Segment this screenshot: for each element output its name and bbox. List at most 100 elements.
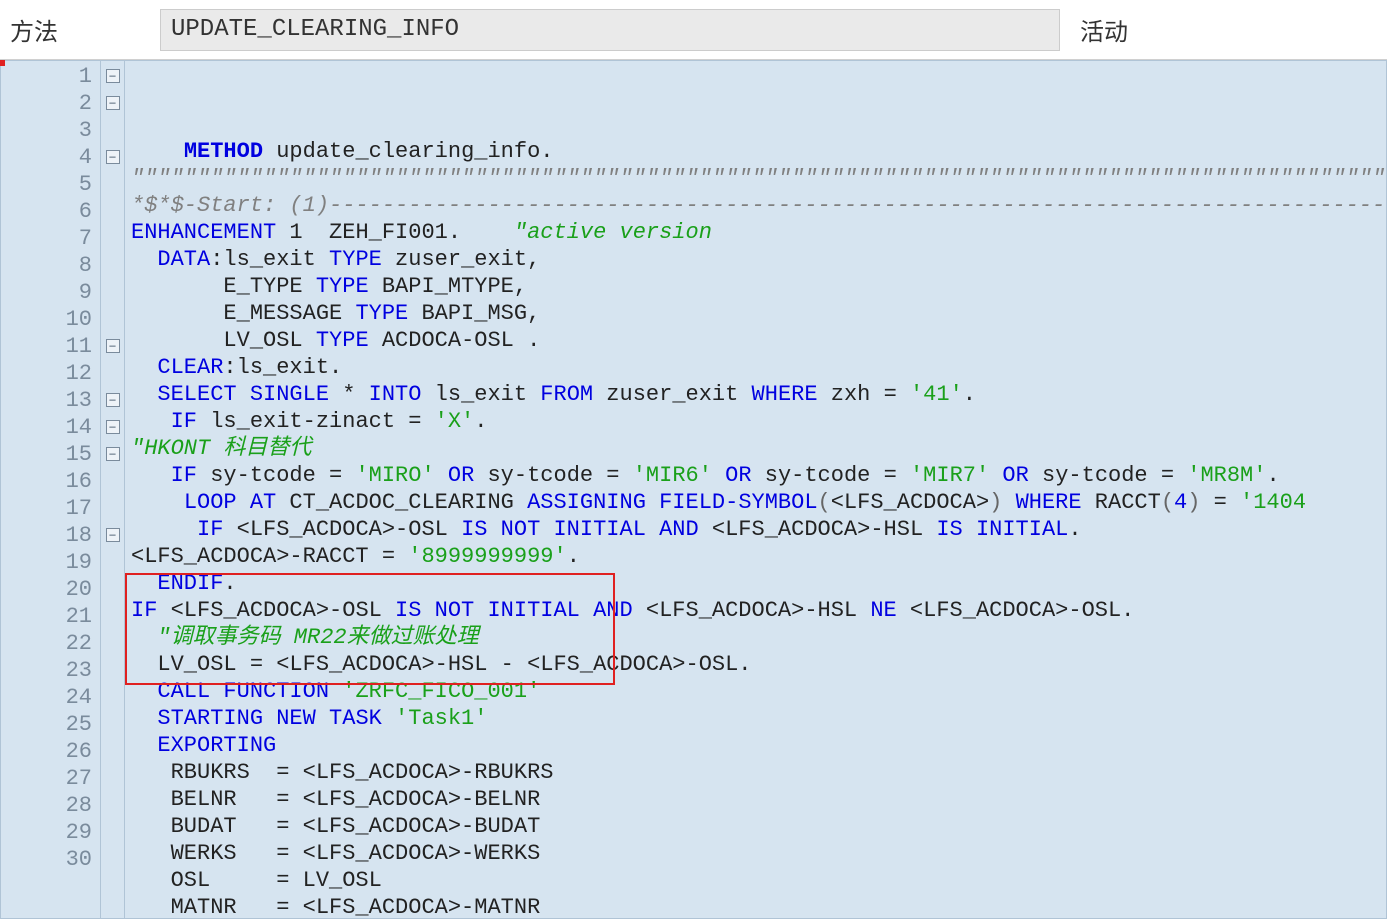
fold-cell[interactable]: − (101, 522, 124, 549)
line-number: 12 (1, 360, 100, 387)
fold-toggle-icon[interactable]: − (106, 447, 120, 461)
code-editor[interactable]: 1234567891011121314151617181920212223242… (0, 60, 1387, 919)
fold-cell (101, 117, 124, 144)
fold-cell (101, 360, 124, 387)
fold-cell (101, 576, 124, 603)
code-line[interactable]: CLEAR:ls_exit. (125, 354, 1386, 381)
line-number: 4 (1, 144, 100, 171)
line-number: 27 (1, 765, 100, 792)
fold-cell (101, 792, 124, 819)
code-content-area[interactable]: METHOD update_clearing_info.""""""""""""… (125, 61, 1386, 918)
code-line[interactable]: SELECT SINGLE * INTO ls_exit FROM zuser_… (125, 381, 1386, 408)
code-line[interactable]: ENHANCEMENT 1 ZEH_FI001. "active version (125, 219, 1386, 246)
fold-cell (101, 657, 124, 684)
line-number: 23 (1, 657, 100, 684)
fold-toggle-icon[interactable]: − (106, 69, 120, 83)
code-line[interactable]: <LFS_ACDOCA>-RACCT = '8999999999'. (125, 543, 1386, 570)
fold-cell[interactable]: − (101, 414, 124, 441)
header-bar: 方法 活动 (0, 0, 1387, 60)
line-number: 24 (1, 684, 100, 711)
line-number: 20 (1, 576, 100, 603)
code-line[interactable]: LOOP AT CT_ACDOC_CLEARING ASSIGNING FIEL… (125, 489, 1386, 516)
line-number: 2 (1, 90, 100, 117)
fold-gutter: − − − − − − − − (101, 61, 125, 918)
fold-cell[interactable]: − (101, 387, 124, 414)
fold-cell (101, 171, 124, 198)
code-line[interactable]: EXPORTING (125, 732, 1386, 759)
code-line[interactable]: BUDAT = <LFS_ACDOCA>-BUDAT (125, 813, 1386, 840)
method-label: 方法 (10, 12, 150, 47)
fold-cell (101, 306, 124, 333)
fold-cell[interactable]: − (101, 144, 124, 171)
line-number: 29 (1, 819, 100, 846)
line-number: 13 (1, 387, 100, 414)
line-number-gutter: 1234567891011121314151617181920212223242… (1, 61, 101, 918)
code-line[interactable]: OSL = LV_OSL (125, 867, 1386, 894)
code-line[interactable]: *$*$-Start: (1)-------------------------… (125, 192, 1386, 219)
code-line[interactable]: MATNR = <LFS_ACDOCA>-MATNR (125, 894, 1386, 918)
fold-cell (101, 252, 124, 279)
line-number: 26 (1, 738, 100, 765)
code-line[interactable]: IF sy-tcode = 'MIRO' OR sy-tcode = 'MIR6… (125, 462, 1386, 489)
fold-toggle-icon[interactable]: − (106, 339, 120, 353)
line-number: 14 (1, 414, 100, 441)
code-line[interactable]: METHOD update_clearing_info. (125, 138, 1386, 165)
fold-cell (101, 468, 124, 495)
code-line[interactable]: IF <LFS_ACDOCA>-OSL IS NOT INITIAL AND <… (125, 516, 1386, 543)
line-number: 18 (1, 522, 100, 549)
code-line[interactable]: LV_OSL TYPE ACDOCA-OSL . (125, 327, 1386, 354)
fold-cell[interactable]: − (101, 63, 124, 90)
fold-cell[interactable]: − (101, 333, 124, 360)
fold-cell[interactable]: − (101, 90, 124, 117)
code-line[interactable]: RBUKRS = <LFS_ACDOCA>-RBUKRS (125, 759, 1386, 786)
method-name-input[interactable] (160, 9, 1060, 51)
code-line[interactable]: STARTING NEW TASK 'Task1' (125, 705, 1386, 732)
code-line[interactable]: E_MESSAGE TYPE BAPI_MSG, (125, 300, 1386, 327)
code-line[interactable]: DATA:ls_exit TYPE zuser_exit, (125, 246, 1386, 273)
fold-cell (101, 198, 124, 225)
code-line[interactable]: """"""""""""""""""""""""""""""""""""""""… (125, 165, 1386, 192)
fold-toggle-icon[interactable]: − (106, 393, 120, 407)
fold-toggle-icon[interactable]: − (106, 528, 120, 542)
line-number: 16 (1, 468, 100, 495)
fold-cell (101, 819, 124, 846)
fold-toggle-icon[interactable]: − (106, 150, 120, 164)
code-line[interactable]: "调取事务码 MR22来做过账处理 (125, 624, 1386, 651)
fold-cell (101, 495, 124, 522)
fold-cell (101, 630, 124, 657)
line-number: 10 (1, 306, 100, 333)
line-number: 8 (1, 252, 100, 279)
line-number: 19 (1, 549, 100, 576)
line-number: 17 (1, 495, 100, 522)
line-number: 9 (1, 279, 100, 306)
fold-cell (101, 603, 124, 630)
line-number: 15 (1, 441, 100, 468)
code-line[interactable]: E_TYPE TYPE BAPI_MTYPE, (125, 273, 1386, 300)
line-number: 30 (1, 846, 100, 873)
line-number: 3 (1, 117, 100, 144)
fold-cell (101, 711, 124, 738)
fold-cell (101, 738, 124, 765)
fold-cell (101, 549, 124, 576)
fold-cell (101, 279, 124, 306)
activity-label: 活动 (1080, 12, 1128, 47)
line-number: 21 (1, 603, 100, 630)
code-line[interactable]: IF ls_exit-zinact = 'X'. (125, 408, 1386, 435)
fold-cell[interactable]: − (101, 441, 124, 468)
line-number: 11 (1, 333, 100, 360)
line-number: 22 (1, 630, 100, 657)
fold-cell (101, 765, 124, 792)
code-line[interactable]: CALL FUNCTION 'ZRFC_FICO_001' (125, 678, 1386, 705)
code-line[interactable]: "HKONT 科目替代 (125, 435, 1386, 462)
code-line[interactable]: BELNR = <LFS_ACDOCA>-BELNR (125, 786, 1386, 813)
fold-toggle-icon[interactable]: − (106, 96, 120, 110)
code-line[interactable]: WERKS = <LFS_ACDOCA>-WERKS (125, 840, 1386, 867)
line-number: 25 (1, 711, 100, 738)
line-number: 6 (1, 198, 100, 225)
code-line[interactable]: LV_OSL = <LFS_ACDOCA>-HSL - <LFS_ACDOCA>… (125, 651, 1386, 678)
code-line[interactable]: IF <LFS_ACDOCA>-OSL IS NOT INITIAL AND <… (125, 597, 1386, 624)
line-number: 5 (1, 171, 100, 198)
fold-toggle-icon[interactable]: − (106, 420, 120, 434)
code-line[interactable]: ENDIF. (125, 570, 1386, 597)
fold-cell (101, 684, 124, 711)
